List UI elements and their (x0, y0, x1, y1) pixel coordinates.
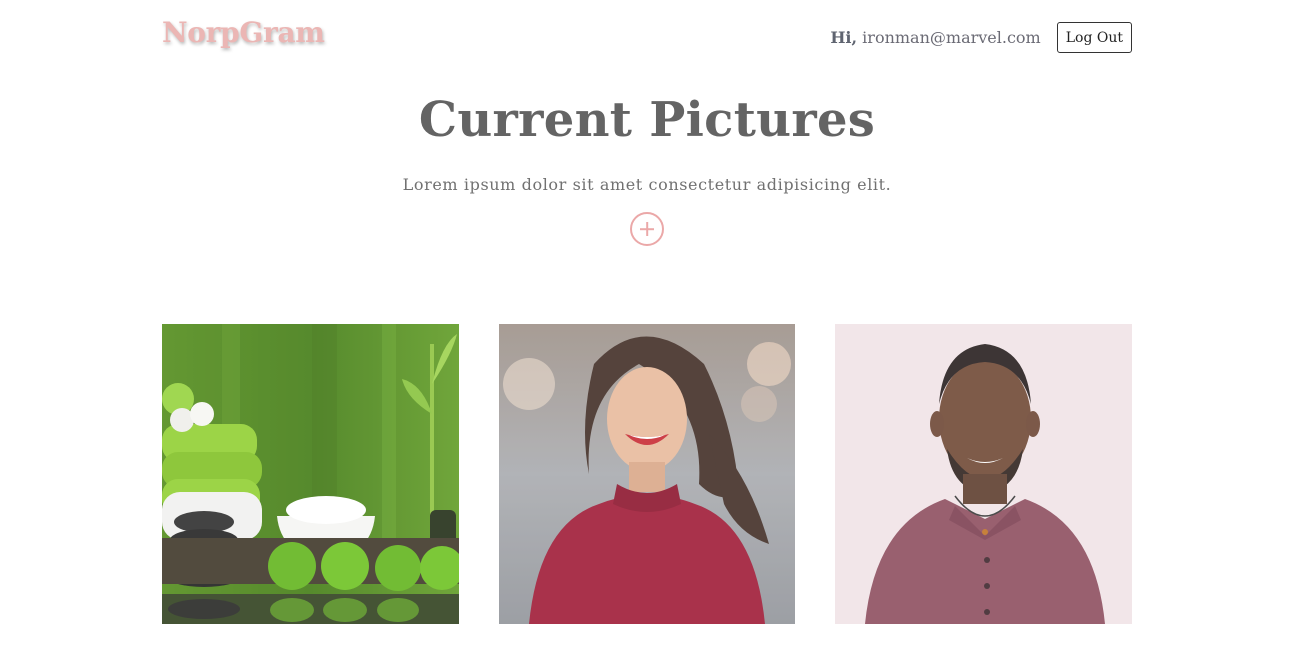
picture-card-woman[interactable] (499, 324, 795, 624)
man-image (835, 324, 1132, 624)
woman-image (499, 324, 795, 624)
user-greeting: Hi, ironman@marvel.com (830, 28, 1040, 47)
picture-card-spa[interactable] (162, 324, 459, 624)
picture-card-man[interactable] (835, 324, 1132, 624)
page: NorpGram Hi, ironman@marvel.com Log Out … (0, 0, 1294, 656)
user-area: Hi, ironman@marvel.com Log Out (830, 22, 1132, 53)
logout-button[interactable]: Log Out (1056, 22, 1132, 53)
spa-image (162, 324, 459, 624)
user-email: ironman@marvel.com (862, 28, 1041, 47)
plus-circle-icon[interactable] (630, 212, 664, 246)
greeting-prefix: Hi, (830, 28, 858, 47)
page-subtitle: Lorem ipsum dolor sit amet consectetur a… (402, 175, 892, 194)
page-title: Current Pictures (418, 92, 876, 148)
brand-logo[interactable]: NorpGram (162, 16, 325, 49)
picture-gallery (162, 324, 1132, 624)
